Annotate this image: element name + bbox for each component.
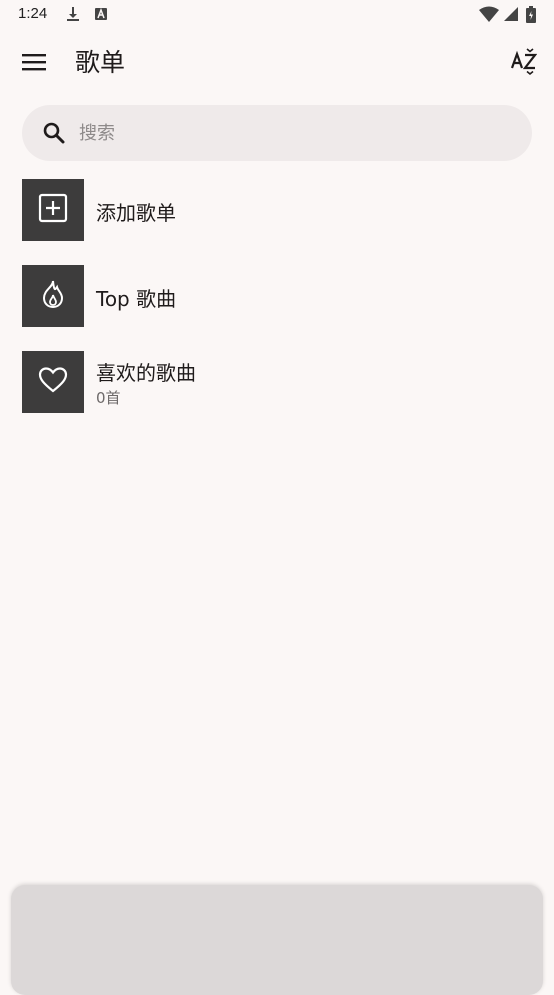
playlist-thumb [22, 179, 84, 241]
search-icon [42, 121, 66, 149]
playlist-item-top-songs[interactable]: Top 歌曲 [22, 265, 532, 327]
search-bar[interactable] [22, 105, 532, 161]
sort-button[interactable] [504, 44, 544, 84]
add-box-icon [38, 193, 68, 227]
menu-button[interactable] [14, 44, 54, 84]
signal-icon [503, 6, 518, 26]
playlist-title: Top 歌曲 [96, 287, 177, 311]
sort-az-icon [510, 48, 538, 80]
playlist-item-liked-songs[interactable]: 喜欢的歌曲 0首 [22, 351, 532, 413]
status-time: 1:24 [18, 5, 48, 22]
flame-icon [39, 279, 67, 313]
playlist-thumb [22, 265, 84, 327]
app-bar: 歌单 [0, 34, 554, 94]
playlist-title: 添加歌单 [96, 201, 176, 225]
page-title: 歌单 [75, 48, 126, 77]
font-badge-icon [94, 6, 108, 26]
search-input[interactable] [79, 105, 499, 161]
battery-icon [526, 6, 536, 27]
wifi-icon [479, 6, 499, 26]
hamburger-menu-icon [22, 53, 46, 75]
heart-icon [38, 366, 68, 398]
status-bar: 1:24 [0, 0, 554, 30]
download-icon [66, 6, 80, 26]
playlist-title: 喜欢的歌曲 [96, 361, 196, 385]
playlist-thumb [22, 351, 84, 413]
playlist-song-count: 0首 [96, 389, 121, 407]
playlist-item-add[interactable]: 添加歌单 [22, 179, 532, 241]
bottom-sheet[interactable] [11, 885, 543, 995]
